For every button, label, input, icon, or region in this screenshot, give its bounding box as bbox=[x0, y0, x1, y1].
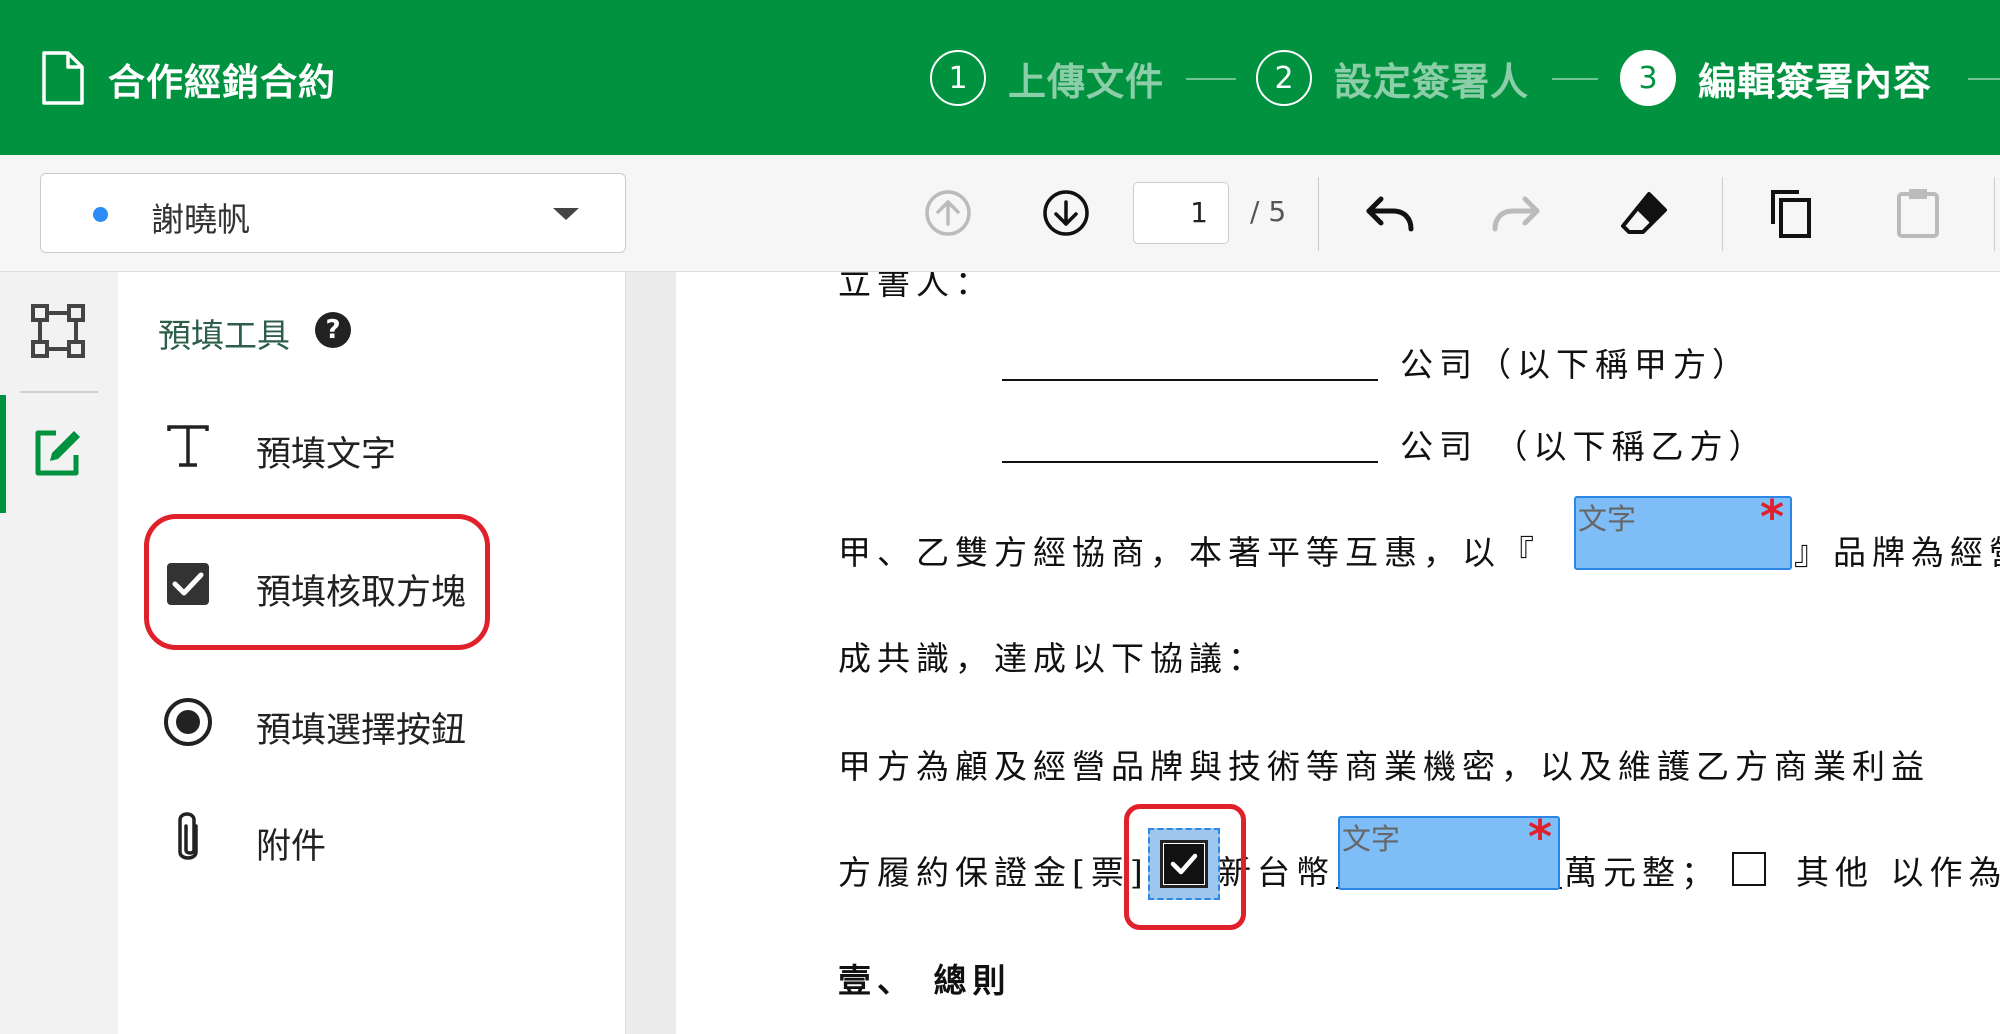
eraser-button[interactable] bbox=[1616, 185, 1672, 241]
chevron-down-icon bbox=[553, 208, 579, 220]
field-placeholder: 文字 bbox=[1578, 502, 1637, 536]
toolbar-divider bbox=[1318, 177, 1319, 251]
step-label: 編輯簽署內容 bbox=[1698, 59, 1933, 104]
doc-para1-end: 』品牌為經營 bbox=[1794, 533, 2000, 572]
copy-icon bbox=[1771, 190, 1811, 238]
blank-line bbox=[1002, 379, 1378, 381]
doc-para2: 成共識，達成以下協議： bbox=[838, 639, 1267, 678]
step-label: 上傳文件 bbox=[1008, 59, 1165, 104]
arrow-up-circle-icon bbox=[925, 190, 971, 236]
step-label: 設定簽署人 bbox=[1334, 59, 1530, 104]
paste-icon bbox=[1897, 189, 1939, 238]
text-icon bbox=[160, 418, 216, 474]
copy-button[interactable] bbox=[1764, 185, 1820, 241]
eraser-icon bbox=[1621, 192, 1667, 234]
prefill-edit-icon[interactable] bbox=[30, 425, 86, 481]
undo-icon bbox=[1366, 196, 1414, 232]
required-mark: * bbox=[1527, 810, 1552, 864]
highlight-annotation bbox=[144, 514, 490, 650]
field-select-icon[interactable] bbox=[30, 303, 86, 359]
toolbar-divider bbox=[1722, 177, 1723, 251]
page-number-input[interactable]: 1 bbox=[1133, 182, 1229, 244]
tool-label: 預填文字 bbox=[256, 435, 397, 475]
text-field[interactable]: 文字 * bbox=[1338, 810, 1560, 890]
redo-icon bbox=[1492, 196, 1540, 232]
required-mark: * bbox=[1759, 490, 1784, 544]
highlight-annotation bbox=[1124, 804, 1246, 930]
doc-para4-start: 方履約保證金[票] bbox=[838, 853, 1149, 892]
step-signers[interactable]: 2 設定簽署人 bbox=[1256, 48, 1529, 108]
toolbar: 謝曉帆 1 / 5 bbox=[0, 155, 2000, 272]
doc-para4-other: 其他 以作為 bbox=[1796, 853, 2000, 892]
redo-button[interactable] bbox=[1488, 185, 1544, 241]
tool-prefill-text[interactable]: 預填文字 bbox=[150, 406, 530, 486]
signer-name: 謝曉帆 bbox=[151, 200, 250, 239]
panel-title: 預填工具 bbox=[158, 316, 290, 355]
document-icon bbox=[42, 51, 84, 105]
prefill-tools-panel bbox=[118, 272, 626, 1034]
app-header: 合作經銷合約 1 上傳文件 2 設定簽署人 3 編輯簽署內容 bbox=[0, 0, 2000, 155]
text-field[interactable]: 文字 * bbox=[1574, 490, 1792, 570]
doc-para4-end: 萬元整； bbox=[1564, 853, 1720, 892]
doc-para3: 甲方為顧及經營品牌與技術等商業機密，以及維護乙方商業利益 bbox=[838, 747, 1930, 786]
left-rail bbox=[0, 272, 118, 1034]
step-number: 1 bbox=[930, 50, 986, 106]
step-number: 2 bbox=[1256, 50, 1312, 106]
tool-label: 附件 bbox=[256, 827, 327, 867]
tool-label: 預填選擇按鈕 bbox=[256, 711, 467, 751]
doc-line-signatory: 立書人： bbox=[838, 272, 994, 302]
signer-color-dot bbox=[93, 207, 108, 222]
arrow-down-circle-icon bbox=[1043, 190, 1089, 236]
doc-party-a: 公司（以下稱甲方） bbox=[1400, 345, 1751, 384]
step-number: 3 bbox=[1620, 50, 1676, 106]
step-connector bbox=[1552, 78, 1598, 80]
radio-icon bbox=[160, 694, 216, 750]
document-checkbox[interactable] bbox=[1732, 852, 1766, 886]
toolbar-divider bbox=[1994, 177, 1995, 251]
tool-attachment[interactable]: 附件 bbox=[150, 798, 530, 878]
blank-line bbox=[1002, 461, 1378, 463]
step-connector bbox=[1186, 78, 1236, 80]
prev-page-button[interactable] bbox=[920, 185, 976, 241]
help-icon[interactable]: ? bbox=[315, 312, 351, 348]
rail-divider bbox=[20, 391, 98, 393]
rail-active-indicator bbox=[0, 395, 6, 513]
tool-prefill-radio[interactable]: 預填選擇按鈕 bbox=[150, 682, 530, 762]
next-page-button[interactable] bbox=[1038, 185, 1094, 241]
paperclip-icon bbox=[160, 810, 216, 866]
step-edit-content[interactable]: 3 編輯簽署內容 bbox=[1620, 48, 1932, 108]
step-upload[interactable]: 1 上傳文件 bbox=[930, 48, 1164, 108]
document-page: 立書人： 公司（以下稱甲方） 公司 （以下稱乙方） 甲、乙雙方經協商，本著平等互… bbox=[676, 272, 2000, 1034]
page-total: / 5 bbox=[1250, 195, 1287, 228]
undo-button[interactable] bbox=[1362, 185, 1418, 241]
step-connector bbox=[1968, 78, 2000, 80]
doc-party-b: 公司 （以下稱乙方） bbox=[1400, 427, 1768, 466]
doc-section-heading: 壹、 總則 bbox=[838, 961, 1012, 1000]
document-title: 合作經銷合約 bbox=[108, 61, 336, 104]
paste-button[interactable] bbox=[1890, 185, 1946, 241]
document-background bbox=[626, 272, 676, 1034]
signer-select[interactable]: 謝曉帆 bbox=[40, 173, 626, 253]
field-placeholder: 文字 bbox=[1342, 822, 1401, 856]
doc-para1-start: 甲、乙雙方經協商，本著平等互惠，以『 bbox=[838, 533, 1540, 572]
